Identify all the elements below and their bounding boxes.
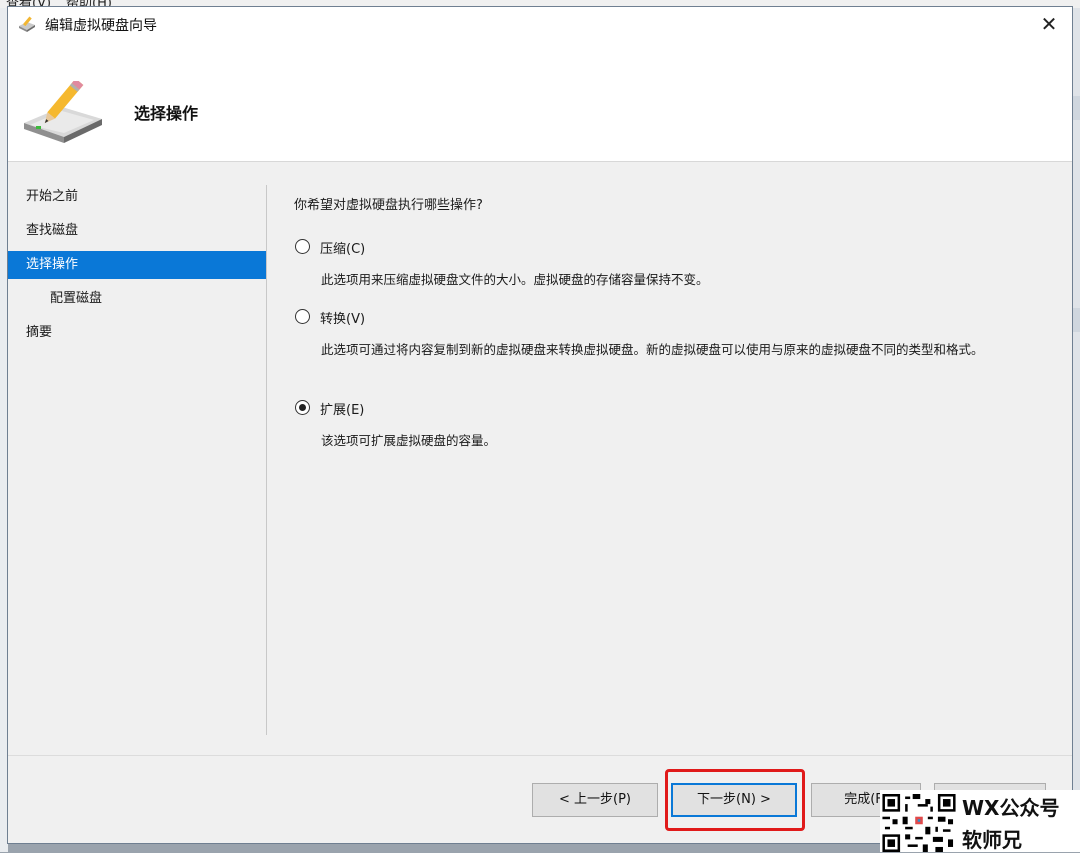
- expand-radio[interactable]: [295, 400, 310, 415]
- sidebar-item-configure-disk[interactable]: 配置磁盘: [8, 285, 266, 313]
- wizard-header: 选择操作: [8, 41, 1072, 162]
- previous-button[interactable]: < 上一步(P): [532, 783, 658, 817]
- footer-separator: [8, 755, 1072, 756]
- watermark: WX公众号 软师兄: [880, 790, 1080, 852]
- qr-code-icon: [882, 794, 956, 852]
- wizard-dialog: 编辑虚拟硬盘向导 ✕ 选择操作 开始之前 查找磁盘 选择操作 配置磁盘 摘要 你…: [7, 6, 1073, 844]
- compact-radio[interactable]: [295, 239, 310, 254]
- watermark-line-1: WX公众号: [962, 796, 1060, 820]
- window-title: 编辑虚拟硬盘向导: [45, 18, 157, 34]
- page-title: 选择操作: [134, 104, 199, 123]
- compact-description: 此选项用来压缩虚拟硬盘文件的大小。虚拟硬盘的存储容量保持不变。: [321, 272, 709, 287]
- watermark-line-2: 软师兄: [962, 828, 1022, 852]
- compact-label[interactable]: 压缩(C): [320, 238, 365, 257]
- next-button-highlight: [665, 769, 805, 831]
- question-text: 你希望对虚拟硬盘执行哪些操作?: [294, 198, 483, 213]
- close-button[interactable]: ✕: [1032, 10, 1066, 38]
- convert-description: 此选项可通过将内容复制到新的虚拟硬盘来转换虚拟硬盘。新的虚拟硬盘可以使用与原来的…: [321, 342, 984, 357]
- convert-radio[interactable]: [295, 309, 310, 324]
- background-right-edge: [1072, 8, 1080, 852]
- expand-description: 该选项可扩展虚拟硬盘的容量。: [321, 433, 497, 448]
- hard-disk-pencil-icon: [24, 81, 102, 143]
- close-icon: ✕: [1040, 12, 1058, 36]
- hard-disk-pencil-small-icon: [19, 16, 35, 32]
- expand-label[interactable]: 扩展(E): [320, 399, 364, 418]
- sidebar-item-summary[interactable]: 摘要: [8, 319, 266, 347]
- sidebar-item-before-you-begin[interactable]: 开始之前: [8, 183, 266, 211]
- sidebar-item-locate-disk[interactable]: 查找磁盘: [8, 217, 266, 245]
- sidebar-divider: [266, 185, 267, 735]
- convert-label[interactable]: 转换(V): [320, 308, 365, 327]
- sidebar-item-choose-action[interactable]: 选择操作: [8, 251, 266, 279]
- title-bar: 编辑虚拟硬盘向导 ✕: [8, 7, 1072, 41]
